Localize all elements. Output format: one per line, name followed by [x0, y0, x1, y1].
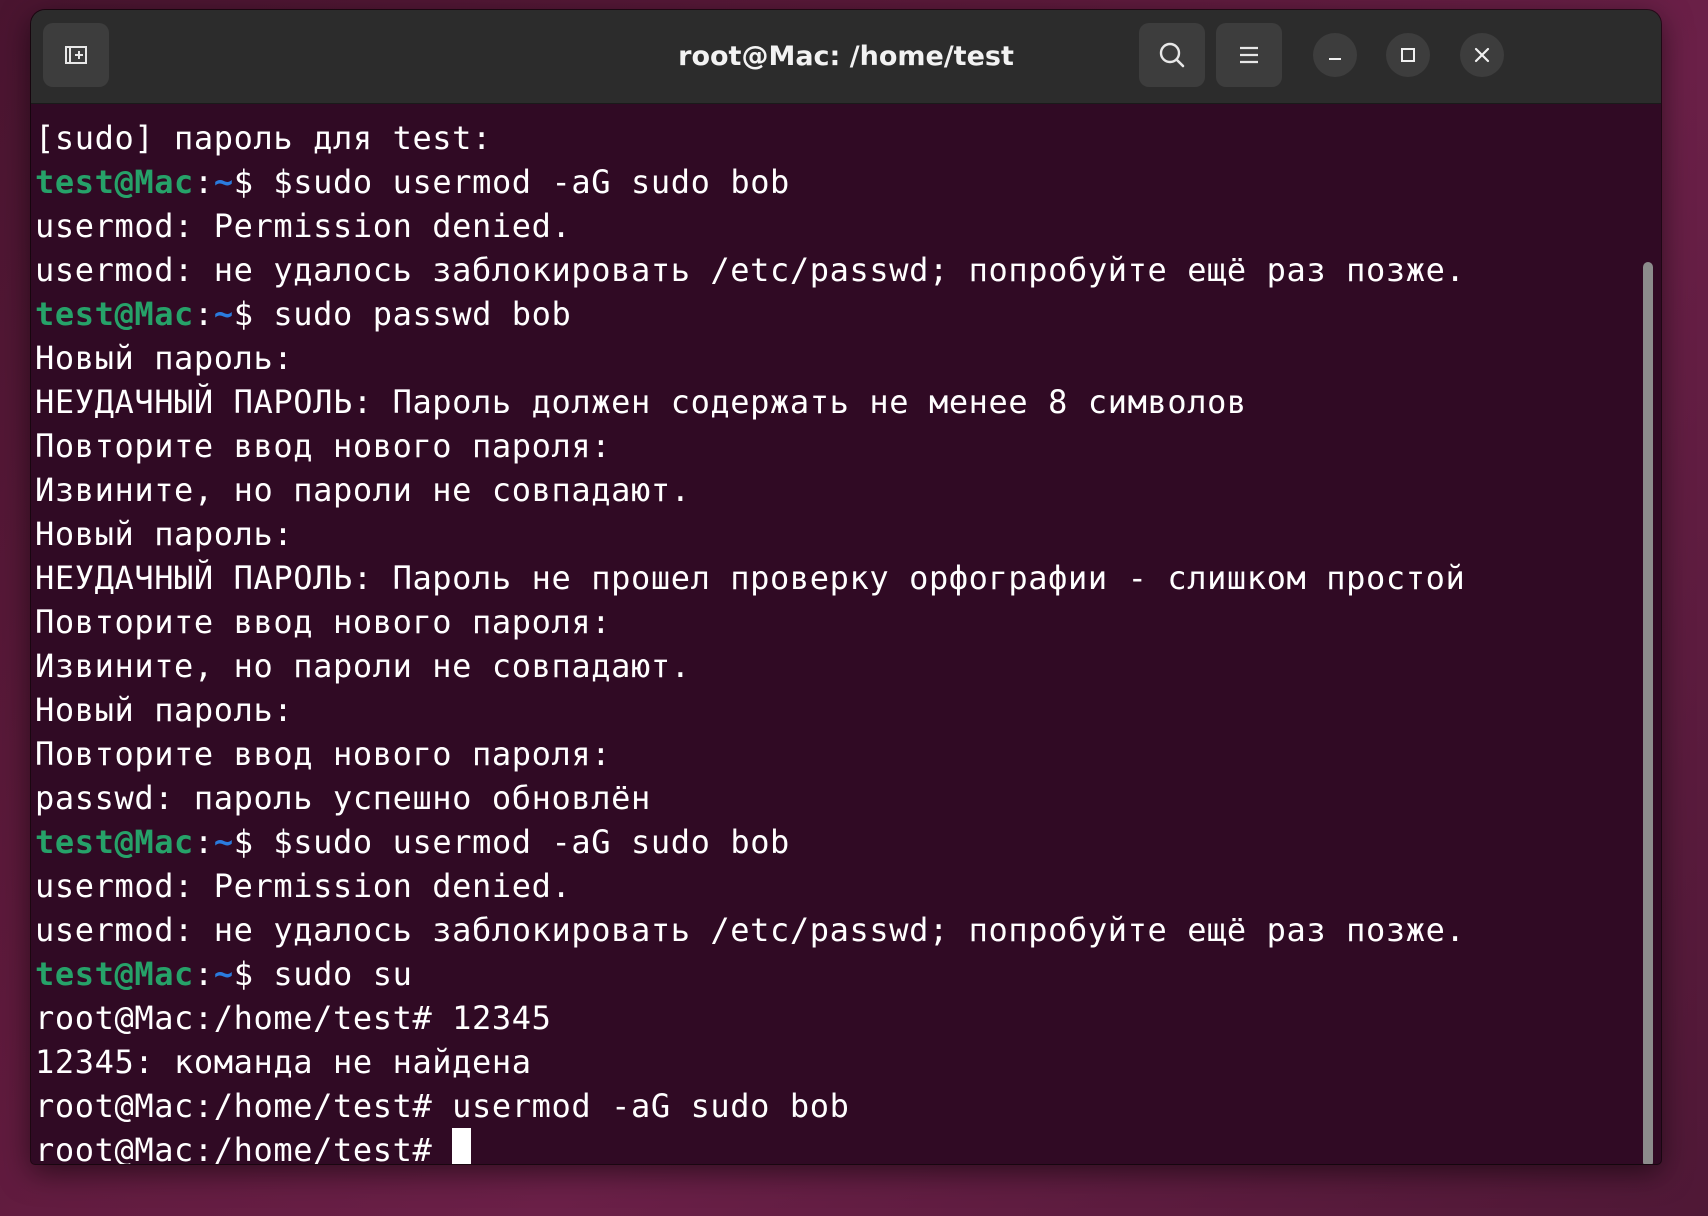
terminal-output[interactable]: [sudo] пароль для test: test@Mac:~$ $sudo…	[31, 116, 1635, 1164]
output-line: 12345: команда не найдена	[35, 1043, 532, 1081]
output-line: Извините, но пароли не совпадают.	[35, 647, 691, 685]
prompt-path: ~	[213, 823, 234, 861]
maximize-button[interactable]	[1386, 33, 1430, 77]
output-line: usermod: не удалось заблокировать /etc/p…	[35, 911, 1466, 949]
output-line: НЕУДАЧНЫЙ ПАРОЛЬ: Пароль не прошел прове…	[35, 559, 1466, 597]
command-text: sudo su	[273, 955, 413, 993]
prompt-user: test@Mac	[35, 823, 194, 861]
prompt-symbol: $	[233, 163, 274, 201]
output-line: Новый пароль:	[35, 339, 294, 377]
command-text: $sudo usermod -aG sudo bob	[273, 163, 790, 201]
prompt-line: test@Mac:~$ sudo passwd bob	[35, 292, 1635, 336]
prompt-symbol: $	[233, 295, 274, 333]
text-cursor	[452, 1128, 472, 1164]
prompt-user: test@Mac	[35, 955, 194, 993]
terminal-window: root@Mac: /home/test [sudo] пароль для t…	[31, 10, 1661, 1164]
search-icon	[1159, 42, 1185, 68]
prompt-line: test@Mac:~$ $sudo usermod -aG sudo bob	[35, 160, 1635, 204]
new-tab-button[interactable]	[43, 23, 109, 87]
prompt-user: test@Mac	[35, 295, 194, 333]
prompt-path: ~	[213, 955, 234, 993]
output-line: Повторите ввод нового пароля:	[35, 735, 612, 773]
prompt-line: test@Mac:~$ sudo su	[35, 952, 1635, 996]
prompt-colon: :	[193, 823, 214, 861]
output-line: root@Mac:/home/test# 12345	[35, 999, 552, 1037]
prompt-path: ~	[213, 163, 234, 201]
output-line: usermod: не удалось заблокировать /etc/p…	[35, 251, 1466, 289]
output-line: Новый пароль:	[35, 691, 294, 729]
prompt-colon: :	[193, 295, 214, 333]
prompt-colon: :	[193, 955, 214, 993]
output-line: Извините, но пароли не совпадают.	[35, 471, 691, 509]
output-line: Повторите ввод нового пароля:	[35, 603, 612, 641]
prompt-line: test@Mac:~$ $sudo usermod -aG sudo bob	[35, 820, 1635, 864]
output-line: НЕУДАЧНЫЙ ПАРОЛЬ: Пароль должен содержат…	[35, 383, 1247, 421]
titlebar: root@Mac: /home/test	[31, 10, 1661, 104]
maximize-icon	[1401, 48, 1415, 62]
output-line: passwd: пароль успешно обновлён	[35, 779, 651, 817]
menu-button[interactable]	[1216, 23, 1282, 87]
command-text: sudo passwd bob	[273, 295, 572, 333]
output-line: Повторите ввод нового пароля:	[35, 427, 612, 465]
prompt-text: root@Mac:/home/test#	[35, 1131, 453, 1164]
minimize-button[interactable]	[1313, 33, 1357, 77]
prompt-user: test@Mac	[35, 163, 194, 201]
output-line: Новый пароль:	[35, 515, 294, 553]
scrollbar[interactable]	[1643, 262, 1653, 1164]
hamburger-menu-icon	[1240, 46, 1258, 64]
close-icon	[1474, 47, 1490, 63]
prompt-symbol: $	[233, 823, 274, 861]
output-line: [sudo] пароль для test:	[35, 119, 492, 157]
new-tab-icon	[65, 46, 87, 64]
prompt-symbol: $	[233, 955, 274, 993]
search-button[interactable]	[1139, 23, 1205, 87]
minimize-icon	[1329, 58, 1341, 60]
output-line: usermod: Permission denied.	[35, 207, 572, 245]
output-line: root@Mac:/home/test# usermod -aG sudo bo…	[35, 1087, 850, 1125]
prompt-colon: :	[193, 163, 214, 201]
active-prompt-line: root@Mac:/home/test#	[35, 1128, 1635, 1164]
output-line: usermod: Permission denied.	[35, 867, 572, 905]
close-button[interactable]	[1460, 33, 1504, 77]
prompt-path: ~	[213, 295, 234, 333]
command-text: $sudo usermod -aG sudo bob	[273, 823, 790, 861]
